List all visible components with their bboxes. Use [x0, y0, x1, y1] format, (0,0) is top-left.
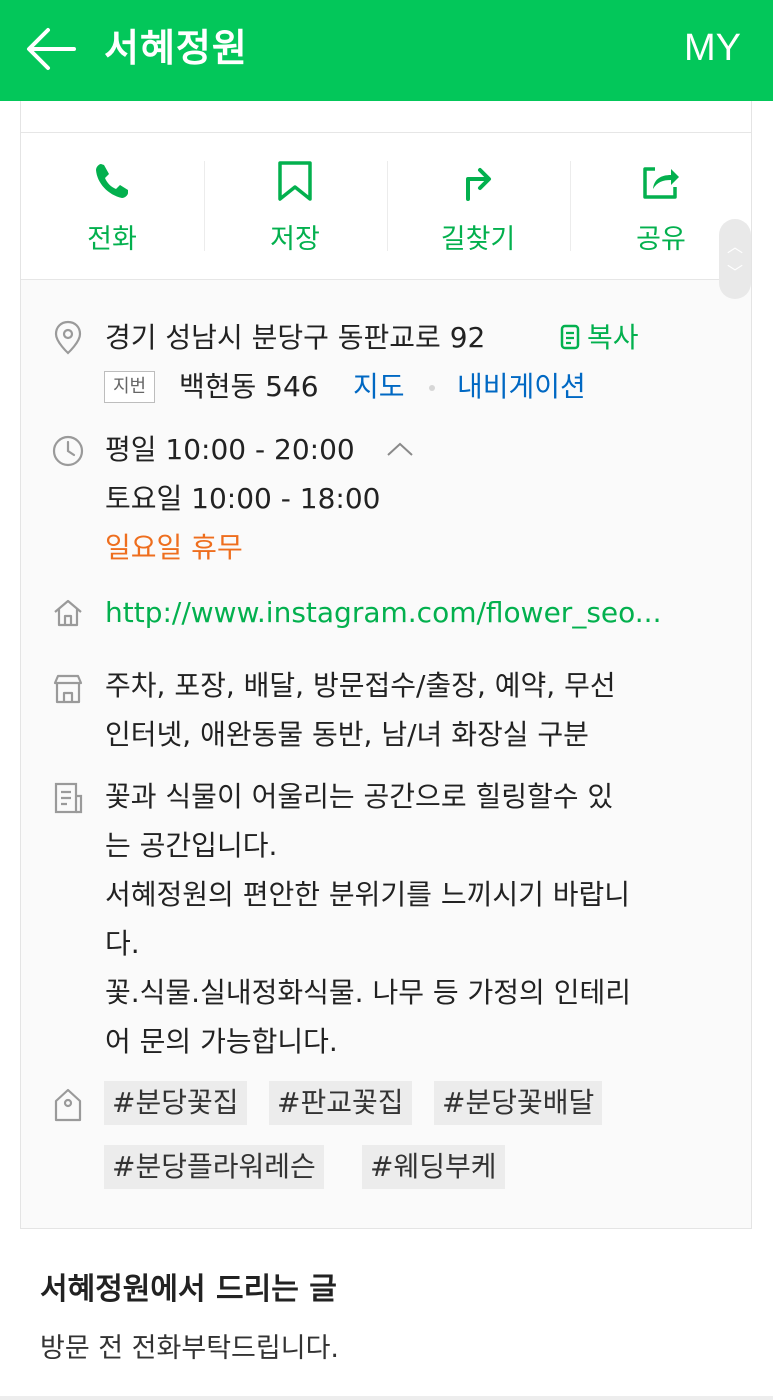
bottom-divider	[0, 1396, 773, 1400]
description-line: 다.	[105, 927, 140, 960]
save-label: 저장	[270, 224, 320, 255]
description-line: 꽃.식물.실내정화식물. 나무 등 가정의 인테리	[105, 976, 631, 1009]
place-info-card: 전화 저장 길찾기 공유 ︿ ﹀ 경기 성남시 분당구 동판교로 92 복사 지…	[20, 101, 752, 1229]
saturday-hours: 토요일 10:00 - 18:00	[105, 482, 381, 515]
my-button[interactable]: MY	[684, 20, 741, 76]
notice-text: 방문 전 전화부탁드립니다.	[40, 1333, 339, 1364]
document-icon	[54, 782, 83, 814]
description-line: 서혜정원의 편안한 분위기를 느끼시기 바랍니	[105, 878, 631, 911]
jibun-badge: 지번	[104, 371, 156, 403]
share-icon	[643, 167, 679, 199]
bookmark-icon	[278, 161, 312, 201]
jibun-address: 백현동 546	[179, 370, 319, 403]
description-line: 어 문의 가능합니다.	[105, 1025, 338, 1058]
store-icon	[53, 674, 83, 704]
hashtag[interactable]: #분당플라워레슨	[104, 1145, 324, 1189]
collapse-hours-icon[interactable]	[385, 439, 415, 459]
call-button[interactable]: 전화	[21, 133, 203, 279]
home-icon	[54, 599, 82, 627]
card-top-strip	[21, 101, 751, 133]
description-line: 는 공간입니다.	[105, 829, 278, 862]
road-address: 경기 성남시 분당구 동판교로 92	[105, 321, 486, 354]
amenities-line-1: 주차, 포장, 배달, 방문접수/출장, 예약, 무선	[105, 669, 616, 702]
page-title: 서혜정원	[104, 26, 248, 70]
notice-title: 서혜정원에서 드리는 글	[40, 1272, 337, 1307]
description-line: 꽃과 식물이 어울리는 공간으로 힐링할수 있	[105, 780, 614, 813]
scroll-toggle[interactable]: ︿ ﹀	[719, 219, 751, 299]
separator-dot	[429, 385, 435, 391]
tag-icon	[54, 1088, 82, 1122]
chevron-down-icon: ﹀	[726, 263, 743, 282]
copy-address-button[interactable]: 복사	[587, 321, 639, 355]
copy-icon	[560, 324, 580, 350]
sunday-closed: 일요일 휴무	[105, 531, 243, 564]
hashtag[interactable]: #판교꽃집	[269, 1081, 412, 1125]
amenities-line-2: 인터넷, 애완동물 동반, 남/녀 화장실 구분	[105, 718, 589, 751]
navigation-link[interactable]: 내비게이션	[457, 370, 586, 404]
weekday-hours: 평일 10:00 - 20:00	[105, 433, 355, 466]
directions-icon	[466, 168, 491, 201]
hashtag[interactable]: #분당꽃배달	[434, 1081, 603, 1125]
location-pin-icon	[54, 320, 82, 355]
back-arrow-icon[interactable]	[24, 24, 78, 74]
hashtag[interactable]: #분당꽃집	[104, 1081, 247, 1125]
action-bar: 전화 저장 길찾기 공유 ︿ ﹀	[21, 133, 751, 299]
directions-label: 길찾기	[440, 224, 516, 255]
app-header: 서혜정원 MY	[0, 0, 773, 101]
save-button[interactable]: 저장	[204, 133, 386, 279]
phone-icon	[96, 164, 128, 198]
call-label: 전화	[87, 224, 137, 255]
chevron-up-icon: ︿	[726, 237, 743, 256]
hashtag[interactable]: #웨딩부케	[362, 1145, 505, 1189]
map-link[interactable]: 지도	[353, 370, 405, 404]
directions-button[interactable]: 길찾기	[387, 133, 569, 279]
website-link[interactable]: http://www.instagram.com/flower_seo...	[105, 596, 661, 630]
clock-icon	[52, 435, 84, 467]
